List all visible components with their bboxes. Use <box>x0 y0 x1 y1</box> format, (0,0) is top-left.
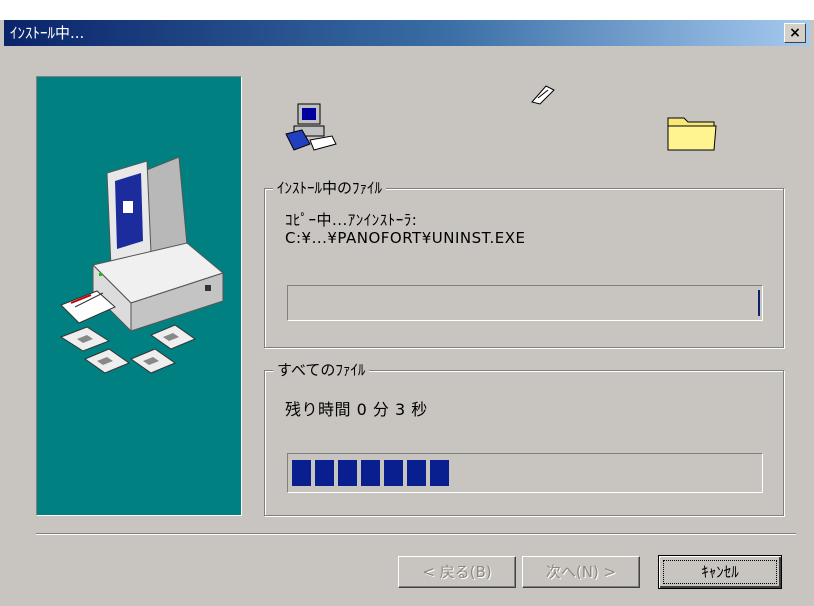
close-button[interactable]: × <box>784 23 806 43</box>
overall-progress-bar <box>287 453 763 493</box>
folder-icon <box>667 117 717 151</box>
copy-status-line: ｺﾋﾟｰ中...ｱﾝｲﾝｽﾄｰﾗ: <box>285 211 418 229</box>
computer-floppy-icon <box>285 103 337 151</box>
button-separator <box>36 533 796 535</box>
time-remaining: 残り時間 0 分 3 秒 <box>285 400 428 419</box>
current-file-path: C:¥...¥PANOFORT¥UNINST.EXE <box>285 229 526 247</box>
progress-block <box>361 460 380 486</box>
screen-top-strip <box>0 0 814 20</box>
flying-document-icon <box>531 85 555 105</box>
progress-block <box>384 460 403 486</box>
progress-blocks <box>292 460 449 486</box>
cancel-button[interactable]: ｷｬﾝｾﾙ <box>658 555 782 589</box>
back-button[interactable]: < 戻る(B) <box>398 556 516 588</box>
current-file-progress-bar <box>287 285 763 321</box>
window-title: ｲﾝｽﾄｰﾙ中... <box>10 24 85 42</box>
progress-block <box>292 460 311 486</box>
current-file-group: ｲﾝｽﾄｰﾙ中のﾌｧｲﾙ ｺﾋﾟｰ中...ｱﾝｲﾝｽﾄｰﾗ: C:¥...¥PA… <box>264 178 784 348</box>
all-files-group-label: すべてのﾌｧｲﾙ <box>273 360 370 380</box>
progress-block <box>338 460 357 486</box>
install-dialog: ｲﾝｽﾄｰﾙ中... × ｲﾝｽﾄｰﾙ中のﾌｧｲﾙ ｺﾋﾟｰ中...ｱﾝｲﾝｽﾄ… <box>0 0 814 606</box>
title-bar[interactable]: ｲﾝｽﾄｰﾙ中... × <box>4 20 810 46</box>
side-illustration <box>36 76 242 516</box>
progress-block <box>315 460 334 486</box>
computer-install-illustration <box>59 156 225 374</box>
focus-rect <box>663 560 777 584</box>
progress-block <box>407 460 426 486</box>
progress-bar-tick <box>758 290 760 316</box>
current-file-group-label: ｲﾝｽﾄｰﾙ中のﾌｧｲﾙ <box>273 178 387 198</box>
all-files-group: すべてのﾌｧｲﾙ 残り時間 0 分 3 秒 <box>264 360 784 516</box>
progress-block <box>430 460 449 486</box>
next-button[interactable]: 次へ(N) > <box>522 556 640 588</box>
